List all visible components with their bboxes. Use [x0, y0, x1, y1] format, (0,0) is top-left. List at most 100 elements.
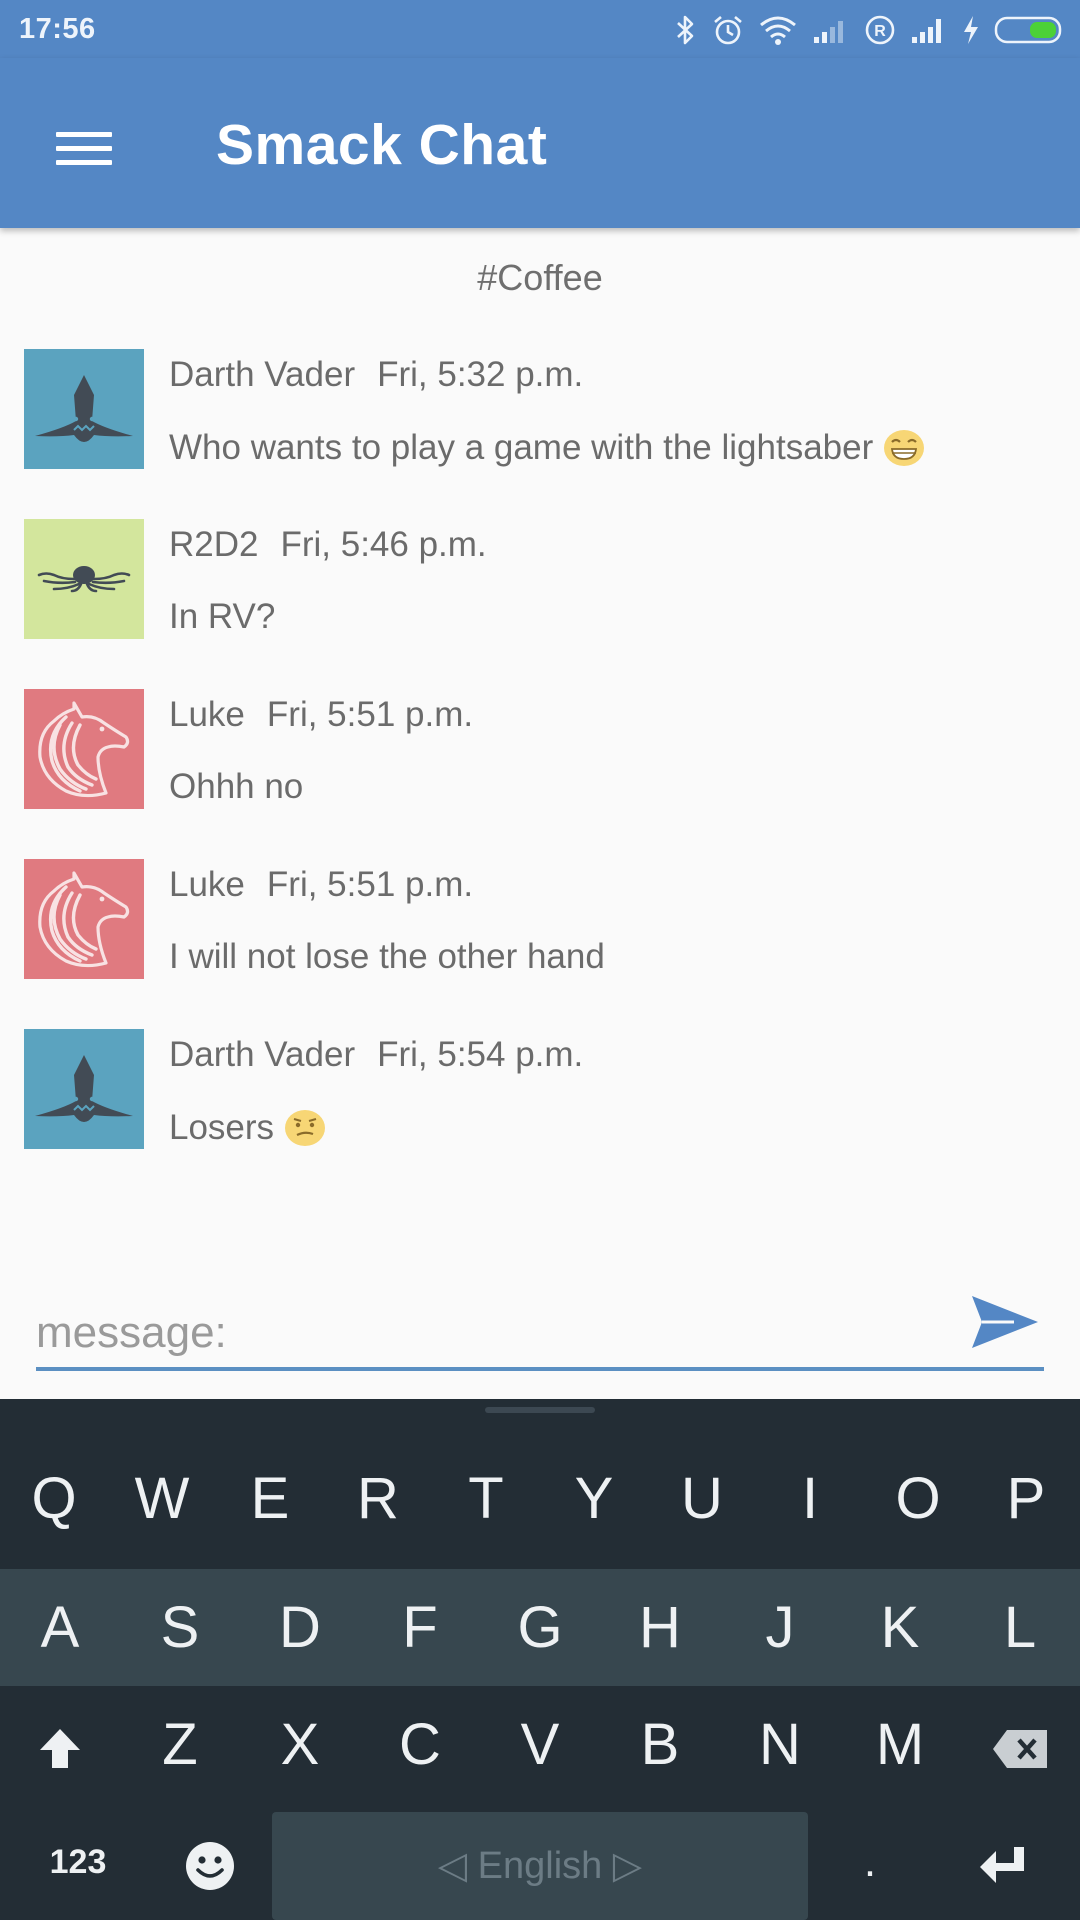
keyboard-row-2: A S D F G H J K L [0, 1569, 1080, 1687]
app-bar: Smack Chat [0, 58, 1080, 228]
message-text-row: Losers [169, 1107, 326, 1149]
avatar[interactable] [24, 689, 144, 809]
message-author: Luke [169, 865, 245, 904]
avatar[interactable] [24, 349, 144, 469]
alarm-icon [712, 14, 744, 46]
hamburger-icon [56, 132, 112, 137]
horse-avatar-icon [38, 871, 130, 968]
status-bar: 17:56 R [0, 0, 1080, 58]
key-q[interactable]: Q [0, 1440, 108, 1558]
key-o[interactable]: O [864, 1440, 972, 1558]
keyboard-row-1: Q W E R T Y U I O P [0, 1440, 1080, 1558]
key-c[interactable]: C [366, 1686, 474, 1804]
app-title: Smack Chat [216, 113, 548, 177]
backspace-key[interactable] [966, 1686, 1074, 1804]
avatar[interactable] [24, 519, 144, 639]
keyboard-handle[interactable] [485, 1407, 595, 1413]
message-item: Luke Fri, 5:51 p.m. I will not lose the o… [24, 859, 1064, 981]
message-text-row: In RV? [169, 597, 275, 637]
message-timestamp: Fri, 5:51 p.m. [266, 865, 474, 904]
wifi-icon [758, 14, 798, 46]
message-header: Luke Fri, 5:51 p.m. [169, 865, 473, 905]
key-v[interactable]: V [486, 1686, 594, 1804]
key-y[interactable]: Y [540, 1440, 648, 1558]
message-text-row: Ohhh no [169, 767, 303, 807]
emoji-key[interactable] [156, 1804, 264, 1920]
message-header: Luke Fri, 5:51 p.m. [169, 695, 473, 735]
key-m[interactable]: M [846, 1686, 954, 1804]
key-w[interactable]: W [108, 1440, 216, 1558]
keyboard-row-4: 123 ◁ English ▷ . [0, 1804, 1080, 1920]
send-icon [972, 1296, 1038, 1348]
key-p[interactable]: P [972, 1440, 1080, 1558]
roaming-icon: R [864, 14, 896, 46]
signal-full-icon [910, 15, 948, 45]
key-r[interactable]: R [324, 1440, 432, 1558]
enter-icon [980, 1846, 1024, 1883]
status-time: 17:56 [19, 13, 96, 45]
key-f[interactable]: F [366, 1569, 474, 1687]
key-t[interactable]: T [432, 1440, 540, 1558]
key-x[interactable]: X [246, 1686, 354, 1804]
charging-icon [962, 15, 980, 45]
message-text: In RV? [169, 597, 276, 636]
message-timestamp: Fri, 5:32 p.m. [377, 355, 584, 394]
key-a[interactable]: A [6, 1569, 114, 1687]
key-d[interactable]: D [246, 1569, 354, 1687]
key-b[interactable]: B [606, 1686, 714, 1804]
key-g[interactable]: G [486, 1569, 594, 1687]
enter-key[interactable] [948, 1804, 1056, 1920]
svg-text:R: R [874, 23, 886, 40]
signal-weak-icon [812, 15, 850, 45]
space-key[interactable]: ◁ English ▷ [272, 1812, 808, 1920]
message-text: Losers [169, 1108, 275, 1147]
key-k[interactable]: K [846, 1569, 954, 1687]
key-j[interactable]: J [726, 1569, 834, 1687]
octopus-avatar-icon [37, 566, 131, 593]
message-item: Luke Fri, 5:51 p.m. Ohhh no [24, 689, 1064, 811]
horse-avatar-icon [38, 701, 130, 798]
key-l[interactable]: L [966, 1569, 1074, 1687]
message-text: Who wants to play a game with the lights… [169, 428, 874, 467]
key-i[interactable]: I [756, 1440, 864, 1558]
message-author: Luke [169, 695, 245, 734]
message-text: I will not lose the other hand [169, 937, 605, 976]
message-header: Darth Vader Fri, 5:32 p.m. [169, 355, 583, 395]
shift-icon [40, 1728, 80, 1768]
key-n[interactable]: N [726, 1686, 834, 1804]
grinning-face-icon [883, 427, 925, 469]
message-author: Darth Vader [169, 1035, 356, 1074]
message-timestamp: Fri, 5:46 p.m. [280, 525, 487, 564]
keyboard-row-3: Z X C V B N M [0, 1686, 1080, 1804]
message-text: Ohhh no [169, 767, 304, 806]
key-e[interactable]: E [216, 1440, 324, 1558]
key-z[interactable]: Z [126, 1686, 234, 1804]
input-underline [36, 1367, 1044, 1371]
shark-avatar-icon [35, 375, 133, 442]
menu-button[interactable] [44, 116, 124, 196]
message-timestamp: Fri, 5:51 p.m. [266, 695, 474, 734]
shift-key[interactable] [6, 1686, 114, 1804]
key-u[interactable]: U [648, 1440, 756, 1558]
message-timestamp: Fri, 5:54 p.m. [377, 1035, 584, 1074]
message-input[interactable] [36, 1303, 936, 1363]
status-icons: R [674, 10, 1066, 50]
period-key[interactable]: . [816, 1804, 924, 1920]
keyboard: Q W E R T Y U I O P A S D F G H J K L Z … [0, 1399, 1080, 1920]
send-button[interactable] [970, 1290, 1042, 1354]
message-text-row: Who wants to play a game with the lights… [169, 427, 925, 469]
bluetooth-icon [674, 14, 698, 46]
numbers-key[interactable]: 123 [24, 1804, 132, 1920]
avatar[interactable] [24, 859, 144, 979]
key-s[interactable]: S [126, 1569, 234, 1687]
avatar[interactable] [24, 1029, 144, 1149]
confused-face-icon [284, 1107, 326, 1149]
message-author: R2D2 [169, 525, 259, 564]
smiley-icon [186, 1841, 234, 1890]
message-header: R2D2 Fri, 5:46 p.m. [169, 525, 487, 565]
message-author: Darth Vader [169, 355, 356, 394]
message-text-row: I will not lose the other hand [169, 937, 605, 977]
key-h[interactable]: H [606, 1569, 714, 1687]
channel-name: #Coffee [477, 257, 603, 298]
message-item: Darth Vader Fri, 5:54 p.m. Losers [24, 1029, 1064, 1151]
